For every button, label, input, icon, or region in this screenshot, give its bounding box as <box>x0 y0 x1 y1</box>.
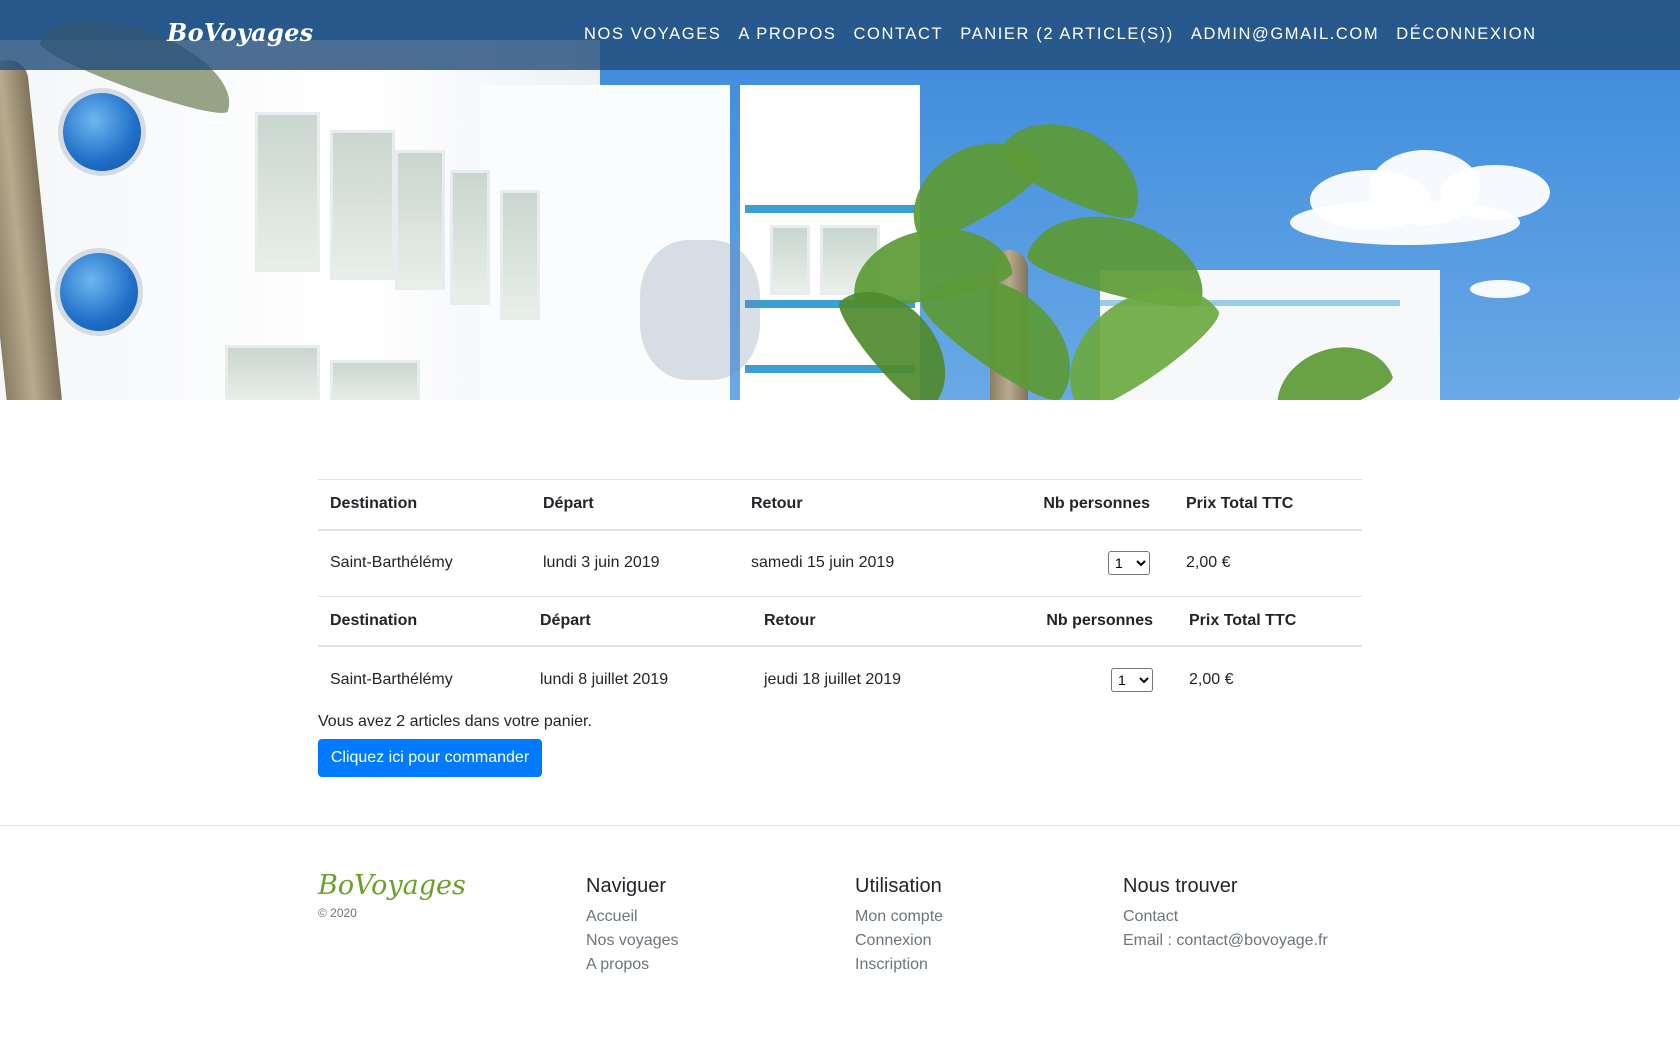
header-nb-personnes: Nb personnes <box>969 479 1174 531</box>
header-prix-total: Prix Total TTC <box>1177 595 1362 647</box>
header-destination: Destination <box>318 479 531 531</box>
footer-heading-naviguer: Naviguer <box>586 875 667 897</box>
footer-link-accueil[interactable]: Accueil <box>586 905 679 929</box>
cell-nb-personnes: 1 <box>972 646 1177 712</box>
footer-brand-logo[interactable]: BoVoyages <box>318 870 466 901</box>
footer-link-connexion[interactable]: Connexion <box>855 929 943 953</box>
header-retour: Retour <box>739 479 969 531</box>
persons-select[interactable]: 1 <box>1111 667 1153 692</box>
nav-link-nos-voyages[interactable]: NOS VOYAGES <box>584 25 721 44</box>
cart-summary-text: Vous avez 2 articles dans votre panier. <box>318 713 592 730</box>
footer-divider <box>0 825 1680 826</box>
footer-col-utilisation: Utilisation Mon compte Connexion Inscrip… <box>855 875 943 977</box>
cell-prix: 2,00 € <box>1189 670 1234 688</box>
footer-col-nous-trouver: Nous trouver Contact Email : contact@bov… <box>1123 875 1328 953</box>
cell-depart: lundi 8 juillet 2019 <box>540 670 669 688</box>
cell-prix: 2,00 € <box>1186 554 1231 571</box>
top-navbar: BoVoyages NOS VOYAGES A PROPOS CONTACT P… <box>0 0 1680 70</box>
order-button[interactable]: Cliquez ici pour commander <box>318 739 542 777</box>
footer-heading-nous-trouver: Nous trouver <box>1123 875 1238 897</box>
cart-table-item-1: Destination Départ Retour Nb personnes P… <box>318 479 1362 596</box>
persons-select[interactable]: 1 <box>1108 551 1150 575</box>
nav-link-panier[interactable]: PANIER (2 ARTICLE(S)) <box>960 25 1174 44</box>
header-destination: Destination <box>318 595 528 647</box>
cell-nb-personnes: 1 <box>969 530 1174 596</box>
header-prix-total: Prix Total TTC <box>1174 479 1362 531</box>
nav-link-account[interactable]: ADMIN@GMAIL.COM <box>1191 25 1379 44</box>
cell-destination: Saint-Barthélémy <box>330 554 453 571</box>
footer-link-contact[interactable]: Contact <box>1123 905 1328 929</box>
cart-table-item-2: Destination Départ Retour Nb personnes P… <box>318 595 1362 713</box>
nav-links: NOS VOYAGES A PROPOS CONTACT PANIER (2 A… <box>584 25 1554 44</box>
footer-link-nos-voyages[interactable]: Nos voyages <box>586 929 679 953</box>
footer-copyright: © 2020 <box>318 906 357 920</box>
table-row: Saint-Barthélémy lundi 3 juin 2019 samed… <box>318 530 1362 596</box>
footer-heading-utilisation: Utilisation <box>855 875 942 897</box>
cell-retour: jeudi 18 juillet 2019 <box>764 670 901 688</box>
header-depart: Départ <box>531 479 739 531</box>
footer-link-mon-compte[interactable]: Mon compte <box>855 905 943 929</box>
brand-logo[interactable]: BoVoyages <box>167 18 313 47</box>
nav-link-a-propos[interactable]: A PROPOS <box>738 25 836 44</box>
cell-depart: lundi 3 juin 2019 <box>543 554 660 571</box>
header-retour: Retour <box>752 595 972 647</box>
header-depart: Départ <box>528 595 752 647</box>
table-row: Saint-Barthélémy lundi 8 juillet 2019 je… <box>318 646 1362 712</box>
footer-link-email[interactable]: Email : contact@bovoyage.fr <box>1123 929 1328 953</box>
footer-col-naviguer: Naviguer Accueil Nos voyages A propos <box>586 875 679 977</box>
nav-link-contact[interactable]: CONTACT <box>854 25 944 44</box>
cell-retour: samedi 15 juin 2019 <box>751 554 895 571</box>
footer-link-a-propos[interactable]: A propos <box>586 953 679 977</box>
header-nb-personnes: Nb personnes <box>972 595 1177 647</box>
footer-link-inscription[interactable]: Inscription <box>855 953 943 977</box>
nav-link-deconnexion[interactable]: DÉCONNEXION <box>1396 25 1536 44</box>
cell-destination: Saint-Barthélémy <box>330 670 453 688</box>
cart-section: Destination Départ Retour Nb personnes P… <box>318 479 1362 712</box>
